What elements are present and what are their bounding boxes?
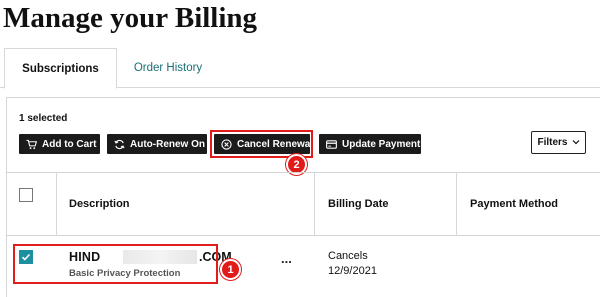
update-payment-button[interactable]: Update Payment xyxy=(319,134,421,154)
auto-renew-on-label: Auto-Renew On xyxy=(130,138,205,150)
tab-subscriptions[interactable]: Subscriptions xyxy=(4,48,117,89)
billing-status: Cancels xyxy=(328,250,368,262)
row-actions-menu[interactable]: ... xyxy=(281,251,292,266)
cart-icon xyxy=(26,139,37,150)
auto-renew-on-button[interactable]: Auto-Renew On xyxy=(107,134,207,154)
page-title: Manage your Billing xyxy=(3,2,258,34)
billing-date: 12/9/2021 xyxy=(328,265,377,277)
add-to-cart-label: Add to Cart xyxy=(42,138,97,150)
tab-order-history[interactable]: Order History xyxy=(118,48,218,88)
refresh-icon xyxy=(114,139,125,150)
filters-label: Filters xyxy=(537,137,568,148)
select-all-checkbox[interactable] xyxy=(19,188,33,202)
tab-bar: Subscriptions Order History xyxy=(0,48,600,89)
filters-button[interactable]: Filters xyxy=(531,131,586,154)
column-divider xyxy=(456,172,457,236)
annotation-badge-1: 1 xyxy=(220,259,241,280)
column-header-payment-method[interactable]: Payment Method xyxy=(470,198,558,210)
column-divider xyxy=(56,172,57,236)
chevron-down-icon xyxy=(572,137,580,148)
selected-count: 1 selected xyxy=(19,113,68,124)
highlight-box-selected-row xyxy=(13,244,218,284)
update-payment-label: Update Payment xyxy=(342,138,421,150)
add-to-cart-button[interactable]: Add to Cart xyxy=(19,134,100,154)
credit-card-icon xyxy=(326,139,337,150)
column-header-description[interactable]: Description xyxy=(69,198,130,210)
column-divider xyxy=(314,172,315,236)
column-header-billing-date[interactable]: Billing Date xyxy=(328,198,389,210)
